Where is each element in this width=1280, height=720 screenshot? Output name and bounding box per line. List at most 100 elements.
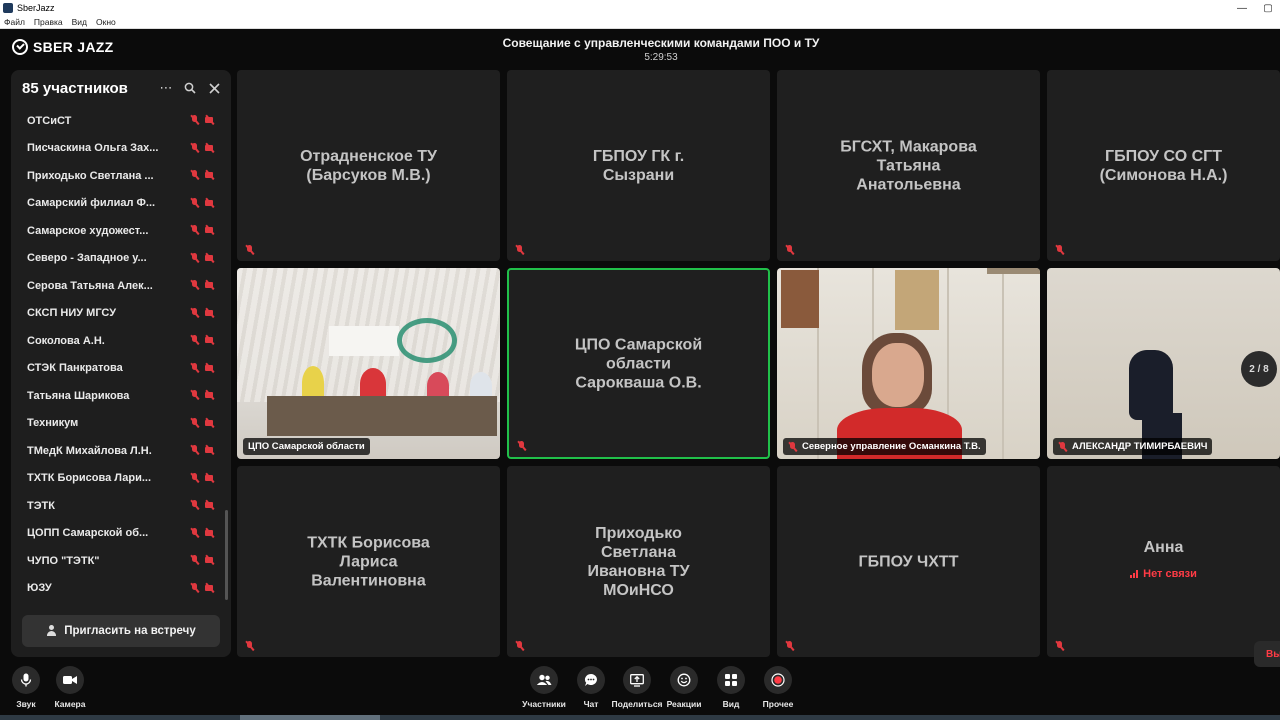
camera-icon	[56, 666, 84, 694]
mic-off-icon	[190, 445, 199, 455]
reactions-button[interactable]: Реакции	[660, 666, 708, 709]
camera-off-icon	[205, 335, 214, 345]
participant-row[interactable]: ТМедК Михайлова Л.Н.	[11, 437, 227, 465]
menu-edit[interactable]: Правка	[34, 17, 63, 27]
participant-row[interactable]: СКСП НИУ МГСУ	[11, 300, 227, 328]
participant-row[interactable]: Татьяна Шарикова	[11, 382, 227, 410]
participant-row[interactable]: ЧУПО "ТЭТК"	[11, 547, 227, 575]
video-tile[interactable]: Анна Нет связи	[1047, 466, 1280, 657]
mic-off-icon	[245, 245, 254, 255]
camera-off-icon	[205, 390, 214, 400]
search-icon[interactable]	[183, 81, 197, 95]
participant-row[interactable]: ТЭТК	[11, 492, 227, 520]
video-tile[interactable]: БГСХТ, Макарова Татьяна Анатольевна	[777, 70, 1040, 261]
video-tile-portrait[interactable]: Северное управление Османкина Т.В.	[777, 268, 1040, 459]
video-tile[interactable]: ГБПОУ ЧХТТ	[777, 466, 1040, 657]
mic-off-icon	[515, 245, 524, 255]
chat-label: Чат	[583, 699, 599, 709]
mic-off-icon	[190, 500, 199, 510]
participant-name: ЮЗУ	[27, 582, 52, 595]
reactions-label: Реакции	[666, 699, 702, 709]
wall-sign	[329, 326, 399, 356]
microphone-icon	[12, 666, 40, 694]
participant-row[interactable]: ЦОПП Самарской об...	[11, 520, 227, 548]
mic-off-icon	[1058, 441, 1067, 452]
mic-off-icon	[190, 170, 199, 180]
tile-name: Приходько Светлана Ивановна ТУ МОиНСО	[587, 524, 690, 599]
video-tile[interactable]: Отрадненское ТУ (Барсуков М.В.)	[237, 70, 500, 261]
maximize-icon[interactable]: ▢	[1256, 0, 1280, 16]
video-tile-active-speaker[interactable]: ЦПО Самарской области Сарокваша О.В.	[507, 268, 770, 459]
camera-off-icon	[205, 363, 214, 373]
participant-row[interactable]: ЮЗУ	[11, 575, 227, 603]
close-icon[interactable]	[207, 81, 221, 95]
menu-window[interactable]: Окно	[96, 17, 116, 27]
participants-label: Участники	[522, 699, 566, 709]
share-label: Поделиться	[611, 699, 663, 709]
participant-row[interactable]: Северо - Западное у...	[11, 245, 227, 273]
participant-row[interactable]: Самарский филиал Ф...	[11, 190, 227, 218]
participant-row[interactable]: Техникум	[11, 410, 227, 438]
view-button[interactable]: Вид	[707, 666, 755, 709]
mic-off-icon	[190, 555, 199, 565]
participant-row[interactable]: Серова Татьяна Алек...	[11, 272, 227, 300]
participant-row[interactable]: ТХТК Борисова Лари...	[11, 465, 227, 493]
mic-off-icon	[1055, 245, 1064, 255]
participant-row[interactable]: СТЭК Панкратова	[11, 355, 227, 383]
video-tile[interactable]: ГБПОУ СО СГТ (Симонова Н.А.)	[1047, 70, 1280, 261]
chat-button[interactable]: Чат	[567, 666, 615, 709]
mic-off-icon	[190, 225, 199, 235]
invite-button[interactable]: Пригласить на встречу	[22, 615, 220, 647]
frame-edge-image	[987, 268, 1040, 274]
camera-off-icon	[205, 473, 214, 483]
menu-view[interactable]: Вид	[72, 17, 87, 27]
app-icon	[3, 3, 13, 13]
video-tile[interactable]: Приходько Светлана Ивановна ТУ МОиНСО	[507, 466, 770, 657]
tile-label-text: АЛЕКСАНДР ТИМИРБАЕВИЧ	[1072, 441, 1208, 452]
share-screen-icon	[623, 666, 651, 694]
menu-file[interactable]: Файл	[4, 17, 25, 27]
camera-off-icon	[205, 500, 214, 510]
bottom-toolbar: Звук Камера Участники Чат Поделиться Реа…	[0, 658, 1280, 715]
camera-off-icon	[205, 115, 214, 125]
tile-name: ГБПОУ СО СГТ (Симонова Н.А.)	[1099, 147, 1228, 184]
participant-name: ТМедК Михайлова Л.Н.	[27, 444, 152, 457]
sound-button[interactable]: Звук	[2, 666, 50, 709]
participants-button[interactable]: Участники	[520, 666, 568, 709]
tile-name: ЦПО Самарской области Сарокваша О.В.	[574, 336, 703, 391]
participants-count: 85 участников	[22, 80, 128, 97]
video-tile-conference-room[interactable]: ЦПО Самарской области	[237, 268, 500, 459]
camera-label: Камера	[54, 699, 86, 709]
more-button[interactable]: Прочее	[754, 666, 802, 709]
more-icon[interactable]: ⋯	[159, 80, 173, 95]
video-tile[interactable]: ТХТК Борисова Лариса Валентиновна	[237, 466, 500, 657]
participant-row[interactable]: ОТСиСТ	[11, 107, 227, 135]
chat-icon	[577, 666, 605, 694]
sound-label: Звук	[16, 699, 36, 709]
menu-bar: Файл Правка Вид Окно	[0, 16, 1280, 29]
mic-off-icon	[190, 280, 199, 290]
participant-row[interactable]: Соколова А.Н.	[11, 327, 227, 355]
participant-name: Северо - Западное у...	[27, 252, 147, 265]
minimize-icon[interactable]: —	[1230, 0, 1254, 16]
participant-row[interactable]: Приходько Светлана ...	[11, 162, 227, 190]
participant-row[interactable]: Писчаскина Ольга Зах...	[11, 135, 227, 163]
wall-plank	[1002, 268, 1004, 459]
participants-scrollbar[interactable]	[225, 510, 228, 600]
participants-panel: 85 участников ⋯ ОТСиСТ Писчаскина Ольга З…	[11, 70, 231, 657]
participant-name: ТЭТК	[27, 499, 55, 512]
mic-off-icon	[788, 441, 797, 452]
tile-name: Отрадненское ТУ (Барсуков М.В.)	[300, 147, 437, 184]
exit-button[interactable]: Вы	[1254, 641, 1280, 667]
camera-off-icon	[205, 528, 214, 538]
video-tile[interactable]: ГБПОУ ГК г. Сызрани	[507, 70, 770, 261]
camera-off-icon	[205, 280, 214, 290]
page-indicator[interactable]: 2 / 8	[1241, 351, 1277, 387]
mic-off-icon	[190, 527, 199, 538]
share-button[interactable]: Поделиться	[611, 666, 663, 709]
mic-off-icon	[190, 582, 199, 593]
participant-row[interactable]: Самарское художест...	[11, 217, 227, 245]
participant-name: Самарский филиал Ф...	[27, 197, 156, 210]
mic-off-icon	[785, 641, 794, 651]
camera-button[interactable]: Камера	[46, 666, 94, 709]
